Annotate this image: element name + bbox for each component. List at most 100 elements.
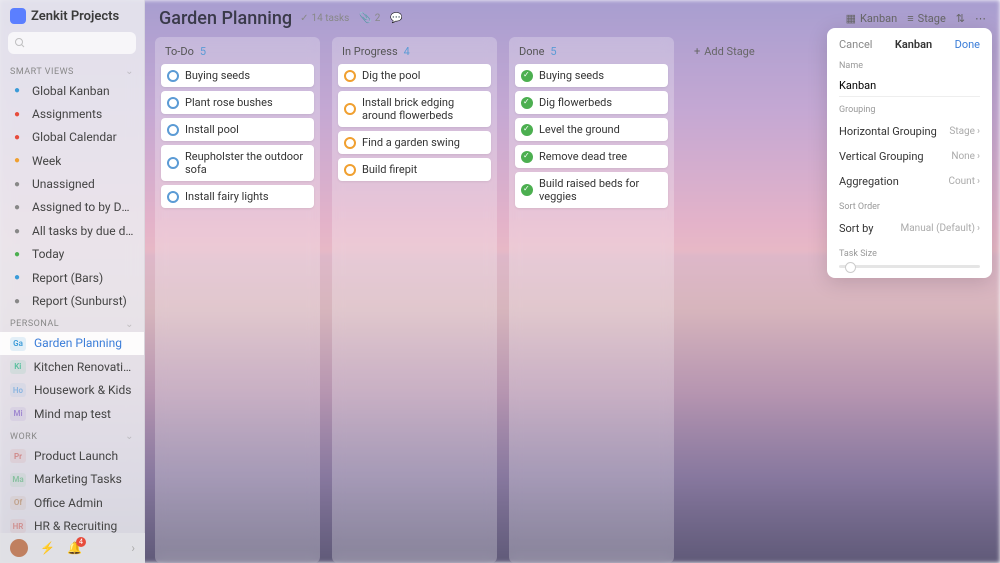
horizontal-grouping-row[interactable]: Horizontal GroupingStage › [839, 119, 980, 144]
task-count[interactable]: ✓ 14 tasks [300, 13, 349, 24]
sidebar-item-label: Kitchen Renovation [34, 360, 134, 374]
sidebar-item-label: Week [32, 154, 61, 168]
column-to-do: To-Do 5Buying seeds Plant rose bushes Inst… [155, 37, 320, 563]
chat-icon[interactable]: 💬 [390, 13, 402, 24]
project-icon: Of [10, 496, 26, 510]
sun-icon: ● [10, 294, 24, 308]
task-card[interactable]: Dig flowerbeds [515, 91, 668, 114]
task-title: Dig the pool [362, 69, 420, 82]
sort-icon[interactable]: ⇅ [956, 12, 965, 25]
board-title: Garden Planning [159, 8, 292, 29]
section-header[interactable]: PERSONAL⌄ [0, 313, 144, 332]
sidebar-item-label: Report (Sunburst) [32, 294, 127, 308]
project-icon: Ma [10, 473, 26, 487]
sidebar-item-label: Unassigned [32, 177, 95, 191]
app-name: Zenkit Projects [31, 9, 119, 24]
sidebar-item-label: Marketing Tasks [34, 472, 122, 486]
sidebar-item-marketing-tasks[interactable]: Ma Marketing Tasks [0, 468, 144, 491]
task-card[interactable]: Plant rose bushes [161, 91, 314, 114]
sidebar-item-assigned-to-by-due-date[interactable]: ●Assigned to by Due Date [0, 196, 144, 219]
sidebar-item-assignments[interactable]: ●Assignments [0, 102, 144, 125]
sidebar-item-product-launch[interactable]: PrProduct Launch [0, 444, 144, 467]
sidebar-item-global-kanban[interactable]: ●Global Kanban [0, 79, 144, 102]
task-card[interactable]: Remove dead tree [515, 145, 668, 168]
search-icon [14, 37, 26, 49]
settings-panel: Cancel Kanban Done Name Grouping Horizon… [827, 28, 992, 278]
view-stage-button[interactable]: ≡ Stage [907, 12, 946, 25]
section-header[interactable]: SMART VIEWS⌄ [0, 60, 144, 79]
project-icon: Ga [10, 337, 26, 351]
task-card[interactable]: Buying seeds [515, 64, 668, 87]
task-card[interactable]: Reupholster the outdoor sofa [161, 145, 314, 181]
sidebar-item-week[interactable]: ● Week [0, 149, 144, 172]
check-icon: ● [10, 247, 24, 261]
bars-icon: ● [10, 271, 24, 285]
task-card[interactable]: Level the ground [515, 118, 668, 141]
task-size-slider[interactable] [839, 265, 980, 268]
sidebar-item-label: Today [32, 247, 64, 261]
project-icon: Mi [10, 407, 26, 421]
app-logo[interactable]: Zenkit Projects [0, 0, 144, 32]
column-header[interactable]: To-Do 5 [161, 43, 314, 64]
aggregation-row[interactable]: AggregationCount › [839, 169, 980, 194]
task-title: Plant rose bushes [185, 96, 273, 109]
column-header[interactable]: In Progress 4 [338, 43, 491, 64]
sidebar-item-office-admin[interactable]: Of Office Admin [0, 491, 144, 514]
kanban-icon: ● [10, 84, 24, 98]
sidebar-item-garden-planning[interactable]: GaGarden Planning [0, 332, 144, 355]
task-card[interactable]: Build firepit [338, 158, 491, 181]
task-title: Remove dead tree [539, 150, 627, 163]
more-icon[interactable]: ⋯ [975, 12, 986, 25]
task-card[interactable]: Install pool [161, 118, 314, 141]
status-icon [521, 97, 533, 109]
panel-title: Kanban [895, 38, 932, 51]
sidebar-item-report-bars-[interactable]: ●Report (Bars) [0, 266, 144, 289]
name-label: Name [839, 61, 980, 71]
grouping-label: Grouping [839, 105, 980, 115]
status-icon [167, 157, 179, 169]
sidebar: Zenkit Projects SMART VIEWS⌄●Global Kanb… [0, 0, 145, 563]
sidebar-item-report-sunburst-[interactable]: ● Report (Sunburst) [0, 290, 144, 313]
sidebar-item-mind-map-test[interactable]: MiMind map test [0, 402, 144, 425]
column-header[interactable]: Done 5 [515, 43, 668, 64]
sidebar-item-housework-kids[interactable]: HoHousework & Kids [0, 379, 144, 402]
sidebar-item-unassigned[interactable]: ●Unassigned [0, 173, 144, 196]
task-card[interactable]: Buying seeds [161, 64, 314, 87]
sidebar-item-all-tasks-by-due-date-w-o-completed[interactable]: ●All tasks by due date w/o completed [0, 219, 144, 242]
status-icon [344, 137, 356, 149]
sidebar-item-label: Housework & Kids [34, 383, 131, 397]
sort-by-row[interactable]: Sort byManual (Default) › [839, 216, 980, 241]
lightning-icon[interactable]: ⚡ [40, 541, 55, 555]
task-title: Level the ground [539, 123, 620, 136]
done-button[interactable]: Done [955, 38, 980, 51]
status-icon [167, 124, 179, 136]
sidebar-item-global-calendar[interactable]: ●Global Calendar [0, 126, 144, 149]
task-card[interactable]: Install brick edging around flowerbeds [338, 91, 491, 127]
name-input[interactable] [839, 75, 980, 97]
sidebar-item-today[interactable]: ● Today [0, 243, 144, 266]
week-icon: ● [10, 154, 24, 168]
sidebar-item-label: Office Admin [34, 496, 103, 510]
task-title: Find a garden swing [362, 136, 460, 149]
chevron-icon[interactable]: › [131, 541, 135, 555]
status-icon [521, 184, 533, 196]
bottom-bar: ⚡ 🔔4 › [0, 533, 145, 563]
status-icon [521, 70, 533, 82]
status-icon [344, 70, 356, 82]
status-icon [167, 191, 179, 203]
task-card[interactable]: Build raised beds for veggies [515, 172, 668, 208]
cancel-button[interactable]: Cancel [839, 38, 872, 51]
vertical-grouping-row[interactable]: Vertical GroupingNone › [839, 144, 980, 169]
task-title: Install pool [185, 123, 239, 136]
task-card[interactable]: Find a garden swing [338, 131, 491, 154]
view-kanban-button[interactable]: ▦ Kanban [846, 12, 898, 25]
sidebar-item-label: Product Launch [34, 449, 118, 463]
sidebar-item-kitchen-renovation[interactable]: KiKitchen Renovation [0, 355, 144, 378]
attachment-count[interactable]: 📎 2 [359, 13, 380, 24]
section-header[interactable]: WORK⌄ [0, 425, 144, 444]
avatar[interactable] [10, 539, 28, 557]
search-input[interactable] [8, 32, 136, 54]
task-card[interactable]: Dig the pool [338, 64, 491, 87]
notifications-icon[interactable]: 🔔4 [67, 541, 82, 555]
task-card[interactable]: Install fairy lights [161, 185, 314, 208]
